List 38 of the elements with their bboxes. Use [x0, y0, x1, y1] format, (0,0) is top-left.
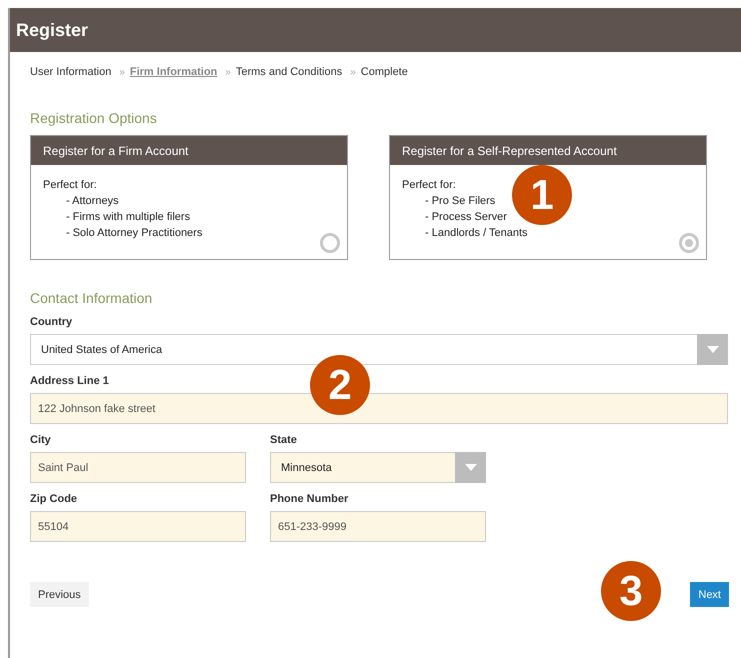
card-list-item: - Process Server — [425, 210, 507, 225]
account-option-card[interactable]: Register for a Firm Account Perfect for: - Attorneys - Firms with multiple filers - Solo Attorney Practitioners — [30, 135, 348, 260]
card-list-item: - Attorneys — [66, 194, 119, 209]
input-field[interactable]: 651-233-9999 — [270, 511, 486, 542]
card-list-item: - Solo Attorney Practitioners — [66, 226, 202, 241]
card-list-item: - Firms with multiple filers — [66, 210, 190, 225]
card-list-item: - Pro Se Filers — [425, 194, 496, 209]
card-title: Register for a Firm Account — [43, 144, 188, 158]
step-number-callout: 3 — [601, 561, 661, 621]
card-intro: Perfect for: — [402, 179, 457, 191]
field-label: Zip Code — [30, 493, 78, 505]
section-heading: Registration Options — [30, 110, 158, 126]
card-title: Register for a Self-Represented Account — [402, 144, 617, 158]
breadcrumb-step[interactable]: Complete — [360, 66, 408, 78]
next-button[interactable]: Next — [690, 582, 729, 607]
input-field[interactable]: Saint Paul — [30, 452, 246, 483]
breadcrumb-separator: » — [119, 67, 125, 78]
breadcrumb-step[interactable]: Firm Information — [130, 66, 218, 78]
field-label: Country — [30, 316, 74, 328]
breadcrumb-step[interactable]: Terms and Conditions — [236, 66, 342, 78]
breadcrumb-separator: » — [350, 67, 356, 78]
section-heading: Contact Information — [30, 290, 154, 306]
breadcrumb-step[interactable]: User Information — [30, 66, 112, 78]
breadcrumb-separator: » — [225, 67, 231, 78]
field-label: City — [30, 434, 52, 446]
dropdown-field[interactable]: Minnesota — [270, 452, 486, 483]
radio-button[interactable] — [320, 233, 340, 253]
radio-button[interactable] — [679, 233, 699, 253]
previous-button[interactable]: Previous — [30, 582, 89, 607]
dropdown-field[interactable]: United States of America — [30, 334, 728, 365]
card-intro: Perfect for: — [43, 179, 98, 191]
field-label: Phone Number — [270, 493, 350, 505]
step-number-callout: 1 — [512, 165, 572, 225]
card-list-item: - Landlords / Tenants — [425, 226, 528, 241]
input-field[interactable]: 55104 — [30, 511, 246, 542]
page-title: Register — [16, 20, 88, 40]
field-label: Address Line 1 — [30, 375, 110, 387]
field-label: State — [270, 434, 298, 446]
